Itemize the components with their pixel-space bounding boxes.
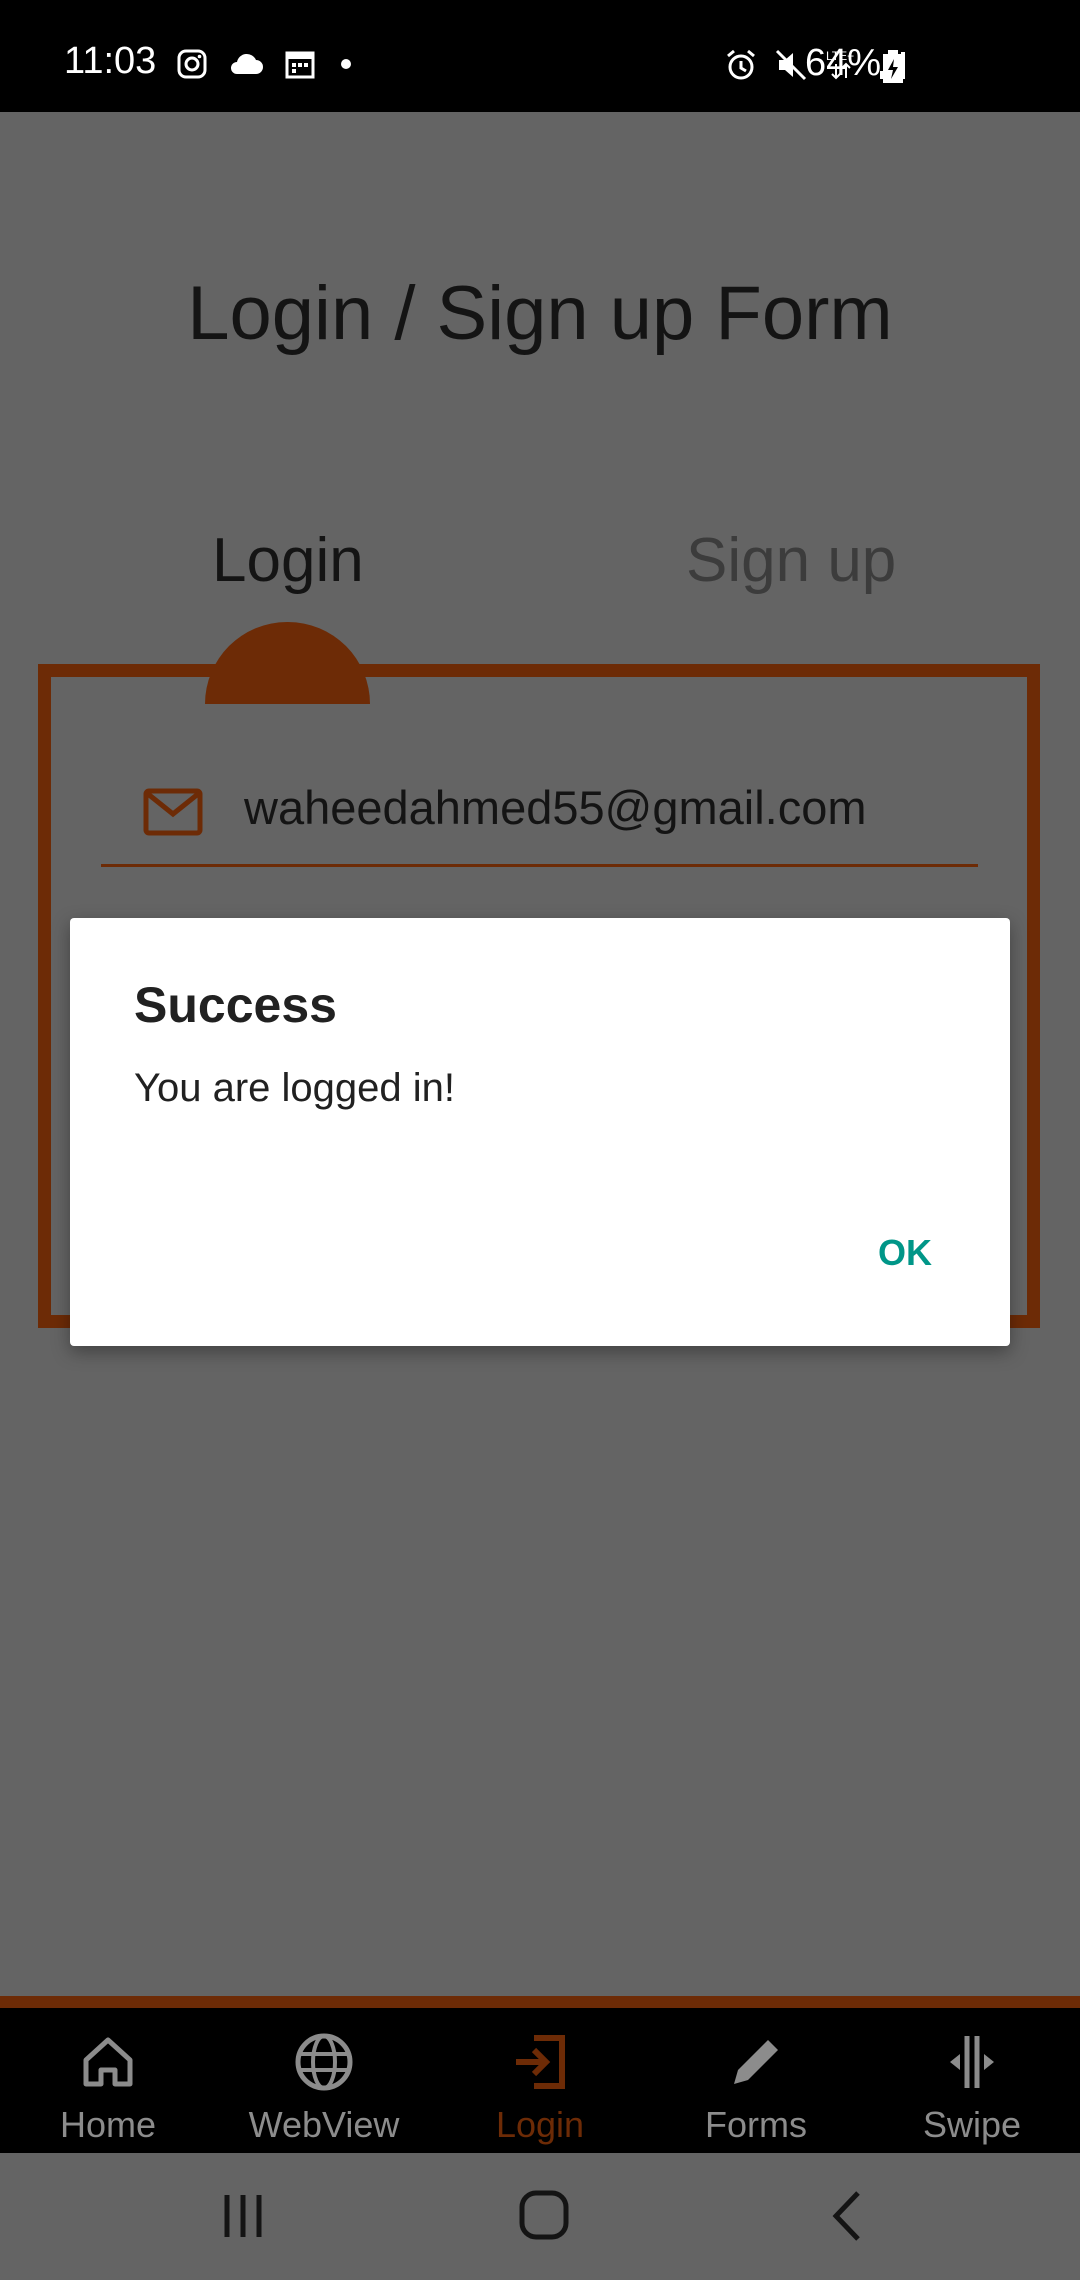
login-icon [516, 2035, 565, 2089]
home-button[interactable] [504, 2181, 584, 2251]
mail-icon [143, 788, 203, 836]
bottom-nav: Home WebView Login Forms Swipe [0, 2008, 1080, 2153]
dot-icon [341, 59, 351, 69]
home-icon [83, 2037, 133, 2087]
nav-item-swipe[interactable]: Swipe [864, 2008, 1080, 2153]
nav-item-home[interactable]: Home [0, 2008, 216, 2153]
status-icons-left [176, 48, 356, 80]
status-bar: 11:03 LTE+ 64% [0, 0, 1080, 112]
swipe-icon [950, 2036, 994, 2088]
email-field-underline [101, 864, 978, 867]
cloud-icon [231, 53, 263, 74]
nav-label-webview: WebView [248, 2104, 400, 2145]
page-title: Login / Sign up Form [187, 271, 893, 356]
dialog-message: You are logged in! [134, 1066, 456, 1110]
pencil-icon [734, 2037, 781, 2084]
tab-signup[interactable]: Sign up [686, 525, 896, 596]
battery-charging-icon [883, 50, 903, 83]
dialog-title: Success [134, 977, 337, 1033]
bottom-nav-accent-bar [0, 1996, 1080, 2008]
email-field[interactable]: waheedahmed55@gmail.com [244, 780, 867, 835]
system-nav-bar [0, 2153, 1080, 2280]
ok-button[interactable]: OK [840, 1218, 970, 1288]
back-button[interactable] [808, 2181, 888, 2251]
recents-button[interactable] [203, 2181, 283, 2251]
success-dialog: Success You are logged in! OK [70, 918, 1010, 1346]
instagram-icon [177, 49, 207, 79]
nav-label-home: Home [59, 2104, 157, 2145]
nav-item-login[interactable]: Login [432, 2008, 648, 2153]
nav-label-forms: Forms [705, 2104, 807, 2145]
alarm-icon [727, 49, 755, 80]
calendar-icon [285, 51, 315, 79]
mute-icon [775, 49, 807, 81]
status-time: 11:03 [64, 40, 157, 82]
nav-label-login: Login [495, 2104, 585, 2145]
nav-item-forms[interactable]: Forms [648, 2008, 864, 2153]
globe-icon [295, 2033, 353, 2091]
nav-item-webview[interactable]: WebView [216, 2008, 432, 2153]
nav-label-swipe: Swipe [922, 2104, 1022, 2145]
tab-login[interactable]: Login [212, 525, 364, 596]
battery-percentage: 64% [805, 42, 882, 84]
